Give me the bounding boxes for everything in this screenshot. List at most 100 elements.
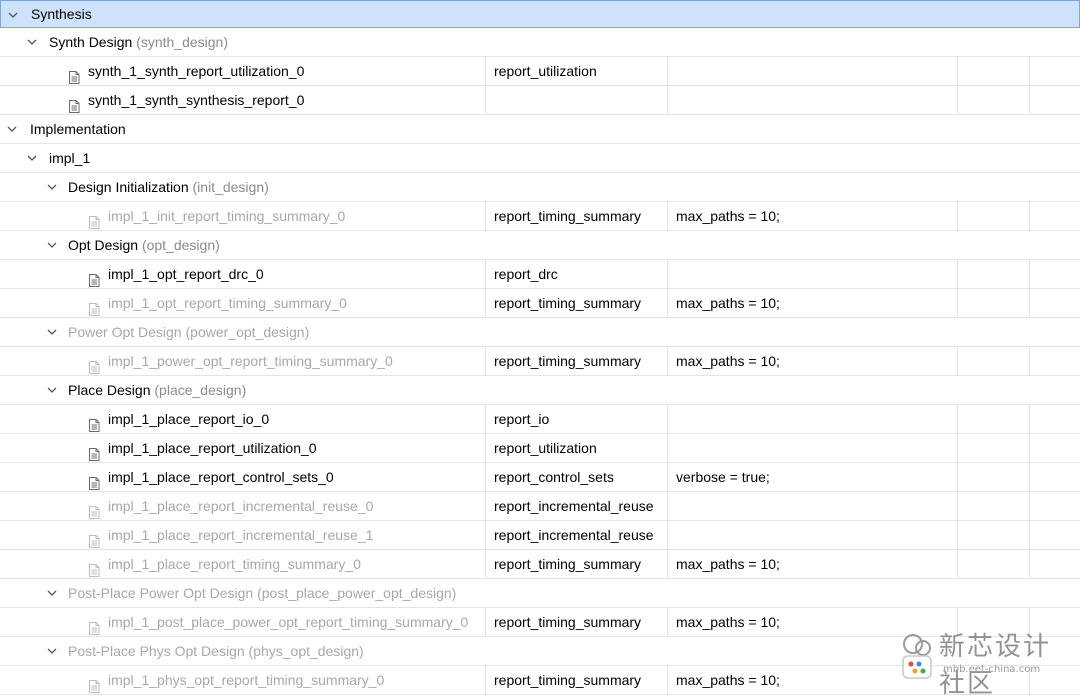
report-name: impl_1_init_report_timing_summary_0 bbox=[108, 208, 346, 224]
name-cell: impl_1_place_report_incremental_reuse_1 bbox=[0, 521, 484, 549]
group-name: Opt Design bbox=[68, 237, 139, 253]
chevron-down-icon[interactable] bbox=[46, 318, 58, 346]
empty-cell bbox=[957, 260, 1030, 288]
name-cell: Implementation bbox=[0, 115, 484, 143]
name-cell: Synth Design (synth_design) bbox=[0, 28, 484, 56]
tree-report-row[interactable]: impl_1_power_opt_report_timing_summary_0… bbox=[0, 347, 1080, 376]
report-name: impl_1_place_report_timing_summary_0 bbox=[108, 556, 361, 572]
tree-group-row[interactable]: impl_1 bbox=[0, 144, 1080, 173]
group-command: (power_opt_design) bbox=[185, 324, 310, 340]
options-cell: max_paths = 10; bbox=[667, 550, 957, 578]
report-file-icon bbox=[88, 471, 100, 490]
tree-report-row[interactable]: impl_1_opt_report_drc_0 report_drc bbox=[0, 260, 1080, 289]
empty-cell bbox=[1029, 492, 1080, 520]
report-name: synth_1_synth_synthesis_report_0 bbox=[88, 92, 305, 108]
group-command: (place_design) bbox=[154, 382, 247, 398]
report-file-icon bbox=[68, 65, 80, 84]
chevron-down-icon[interactable] bbox=[6, 115, 18, 143]
command-cell bbox=[485, 86, 666, 114]
name-cell: impl_1_power_opt_report_timing_summary_0 bbox=[0, 347, 484, 375]
command-cell: report_control_sets bbox=[485, 463, 666, 491]
command-cell: report_incremental_reuse bbox=[485, 492, 666, 520]
name-cell: Design Initialization (init_design) bbox=[0, 173, 484, 201]
options-cell bbox=[667, 260, 957, 288]
tree-report-row[interactable]: synth_1_synth_report_utilization_0 report… bbox=[0, 57, 1080, 86]
empty-cell bbox=[1029, 434, 1080, 462]
group-name: Implementation bbox=[30, 121, 126, 137]
report-name: impl_1_post_place_power_opt_report_timin… bbox=[108, 614, 469, 630]
empty-cell bbox=[1029, 463, 1080, 491]
options-cell: max_paths = 10; bbox=[667, 289, 957, 317]
report-name: impl_1_place_report_utilization_0 bbox=[108, 440, 317, 456]
tree-report-row[interactable]: impl_1_place_report_incremental_reuse_0 r… bbox=[0, 492, 1080, 521]
tree-group-row[interactable]: Place Design (place_design) bbox=[0, 376, 1080, 405]
watermark-url: mbb.eet-china.com bbox=[943, 664, 1041, 675]
watermark-text: 新芯设计社区 bbox=[939, 626, 1073, 700]
report-name: impl_1_place_report_io_0 bbox=[108, 411, 270, 427]
options-cell bbox=[667, 405, 957, 433]
chevron-down-icon[interactable] bbox=[46, 579, 58, 607]
empty-cell bbox=[957, 434, 1030, 462]
chevron-down-icon[interactable] bbox=[26, 144, 38, 172]
empty-cell bbox=[957, 86, 1030, 114]
empty-cell bbox=[957, 347, 1030, 375]
name-cell: Post-Place Phys Opt Design (phys_opt_des… bbox=[0, 637, 484, 665]
group-command: (post_place_power_opt_design) bbox=[257, 585, 457, 601]
empty-cell bbox=[1029, 57, 1080, 85]
tree-group-row[interactable]: Implementation bbox=[0, 115, 1080, 144]
command-cell: report_utilization bbox=[485, 434, 666, 462]
tree-group-row[interactable]: Synth Design (synth_design) bbox=[0, 28, 1080, 57]
name-cell: impl_1_place_report_control_sets_0 bbox=[0, 463, 484, 491]
empty-cell bbox=[1029, 347, 1080, 375]
report-name: impl_1_place_report_incremental_reuse_0 bbox=[108, 498, 374, 514]
name-cell: Synthesis bbox=[1, 1, 485, 27]
tree-report-row[interactable]: impl_1_place_report_control_sets_0 report… bbox=[0, 463, 1080, 492]
tree-group-row[interactable]: Synthesis bbox=[0, 0, 1080, 28]
group-command: (synth_design) bbox=[136, 34, 228, 50]
group-name: Power Opt Design bbox=[68, 324, 182, 340]
name-cell: synth_1_synth_report_utilization_0 bbox=[0, 57, 484, 85]
report-file-icon bbox=[88, 297, 100, 316]
report-file-icon bbox=[88, 616, 100, 635]
chevron-down-icon[interactable] bbox=[26, 28, 38, 56]
report-tree: Synthesis Synth Design (synth_design) synt… bbox=[0, 0, 1080, 695]
report-name: impl_1_power_opt_report_timing_summary_0 bbox=[108, 353, 393, 369]
empty-cell bbox=[1029, 550, 1080, 578]
tree-report-row[interactable]: impl_1_place_report_timing_summary_0 repo… bbox=[0, 550, 1080, 579]
chevron-down-icon[interactable] bbox=[46, 376, 58, 404]
name-cell: Place Design (place_design) bbox=[0, 376, 484, 404]
group-name: Post-Place Power Opt Design bbox=[68, 585, 254, 601]
tree-report-row[interactable]: impl_1_place_report_io_0 report_io bbox=[0, 405, 1080, 434]
group-label: Place Design (place_design) bbox=[68, 376, 246, 404]
chevron-down-icon[interactable] bbox=[46, 637, 58, 665]
report-name: impl_1_opt_report_timing_summary_0 bbox=[108, 295, 347, 311]
group-name: Post-Place Phys Opt Design bbox=[68, 643, 245, 659]
chevron-down-icon[interactable] bbox=[46, 231, 58, 259]
command-cell: report_timing_summary bbox=[485, 347, 666, 375]
chevron-down-icon[interactable] bbox=[7, 1, 19, 27]
name-cell: impl_1_opt_report_drc_0 bbox=[0, 260, 484, 288]
tree-group-row[interactable]: Design Initialization (init_design) bbox=[0, 173, 1080, 202]
tree-group-row[interactable]: Opt Design (opt_design) bbox=[0, 231, 1080, 260]
empty-cell bbox=[957, 202, 1030, 230]
tree-report-row[interactable]: impl_1_place_report_utilization_0 report_… bbox=[0, 434, 1080, 463]
tree-group-row[interactable]: Post-Place Power Opt Design (post_place_… bbox=[0, 579, 1080, 608]
options-cell bbox=[667, 86, 957, 114]
tree-report-row[interactable]: synth_1_synth_synthesis_report_0 bbox=[0, 86, 1080, 115]
empty-cell bbox=[1029, 521, 1080, 549]
group-label: Opt Design (opt_design) bbox=[68, 231, 220, 259]
tree-report-row[interactable]: impl_1_place_report_incremental_reuse_1 r… bbox=[0, 521, 1080, 550]
tree-report-row[interactable]: impl_1_opt_report_timing_summary_0 report… bbox=[0, 289, 1080, 318]
watermark: 新芯设计社区 mbb.eet-china.com bbox=[893, 624, 1073, 699]
tree-report-row[interactable]: impl_1_init_report_timing_summary_0 repor… bbox=[0, 202, 1080, 231]
empty-cell bbox=[1029, 86, 1080, 114]
name-cell: Opt Design (opt_design) bbox=[0, 231, 484, 259]
options-cell: max_paths = 10; bbox=[667, 202, 957, 230]
report-file-icon bbox=[88, 529, 100, 548]
tree-group-row[interactable]: Power Opt Design (power_opt_design) bbox=[0, 318, 1080, 347]
chevron-down-icon[interactable] bbox=[46, 173, 58, 201]
options-cell bbox=[667, 57, 957, 85]
group-label: Post-Place Phys Opt Design (phys_opt_des… bbox=[68, 637, 364, 665]
empty-cell bbox=[957, 492, 1030, 520]
group-name: Place Design bbox=[68, 382, 151, 398]
